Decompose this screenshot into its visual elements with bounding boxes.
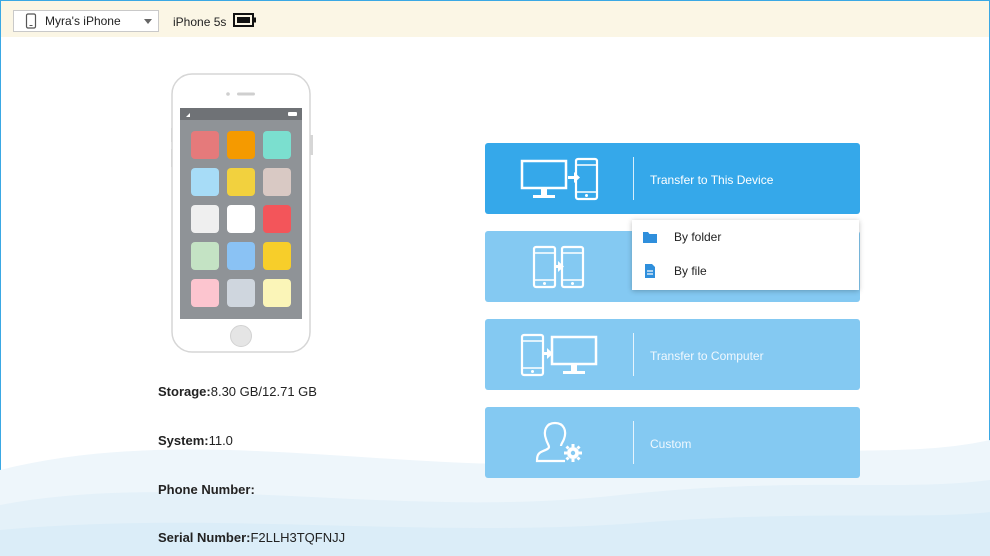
transfer-to-device-label: Transfer to This Device [650, 173, 774, 187]
phone-number-label: Phone Number: [158, 482, 255, 497]
card-divider [633, 421, 634, 464]
storage-label: Storage: [158, 384, 211, 399]
app-icon [191, 205, 219, 233]
by-folder-label: By folder [674, 230, 722, 244]
app-icon [263, 279, 291, 307]
transfer-method-menu: By folder By file [632, 220, 859, 290]
file-icon [645, 264, 655, 278]
chevron-down-icon[interactable] [144, 19, 152, 24]
phone-to-phone-icon [532, 245, 585, 289]
app-icon [227, 131, 255, 159]
user-settings-icon [535, 421, 582, 463]
card-divider [633, 333, 634, 376]
system-label: System: [158, 433, 209, 448]
serial-number-label: Serial Number: [158, 530, 251, 545]
app-icon [263, 205, 291, 233]
phone-icon [25, 13, 37, 29]
custom-button[interactable]: Custom [485, 407, 860, 478]
system-value: 11.0 [208, 433, 233, 448]
transfer-to-computer-button[interactable]: Transfer to Computer [485, 319, 860, 390]
card-divider [633, 157, 634, 200]
storage-info: Storage:8.30 GB/12.71 GB [158, 384, 317, 399]
folder-icon [643, 232, 657, 243]
phone-to-computer-icon [520, 333, 598, 377]
app-icon [191, 168, 219, 196]
app-icon [263, 242, 291, 270]
transfer-to-computer-label: Transfer to Computer [650, 349, 764, 363]
app-icon [191, 131, 219, 159]
battery-icon [233, 13, 256, 27]
storage-value: 8.30 GB/12.71 GB [210, 384, 317, 399]
serial-number-info: Serial Number:F2LLH3TQFNJJ [158, 530, 345, 545]
app-icon [227, 168, 255, 196]
device-name: Myra's iPhone [45, 14, 121, 28]
device-select[interactable]: Myra's iPhone [13, 10, 159, 32]
app-icon [263, 168, 291, 196]
by-file-label: By file [674, 264, 707, 278]
app-icon [227, 279, 255, 307]
app-icon [191, 279, 219, 307]
computer-to-phone-icon [520, 157, 599, 201]
device-model: iPhone 5s [173, 15, 227, 29]
app-icon [191, 242, 219, 270]
app-icon [227, 205, 255, 233]
app-icon [227, 242, 255, 270]
menu-item-by-file[interactable]: By file [632, 254, 859, 288]
app-icon-grid [191, 131, 291, 307]
serial-number-value: F2LLH3TQFNJJ [250, 530, 346, 545]
transfer-to-device-button[interactable]: Transfer to This Device [485, 143, 860, 214]
custom-label: Custom [650, 437, 692, 451]
device-bar: Myra's iPhone iPhone 5s [1, 1, 989, 37]
phone-number-info: Phone Number: [158, 482, 255, 497]
phone-illustration [171, 73, 313, 353]
menu-item-by-folder[interactable]: By folder [632, 220, 859, 254]
system-info: System:11.0 [158, 433, 233, 448]
app-icon [263, 131, 291, 159]
